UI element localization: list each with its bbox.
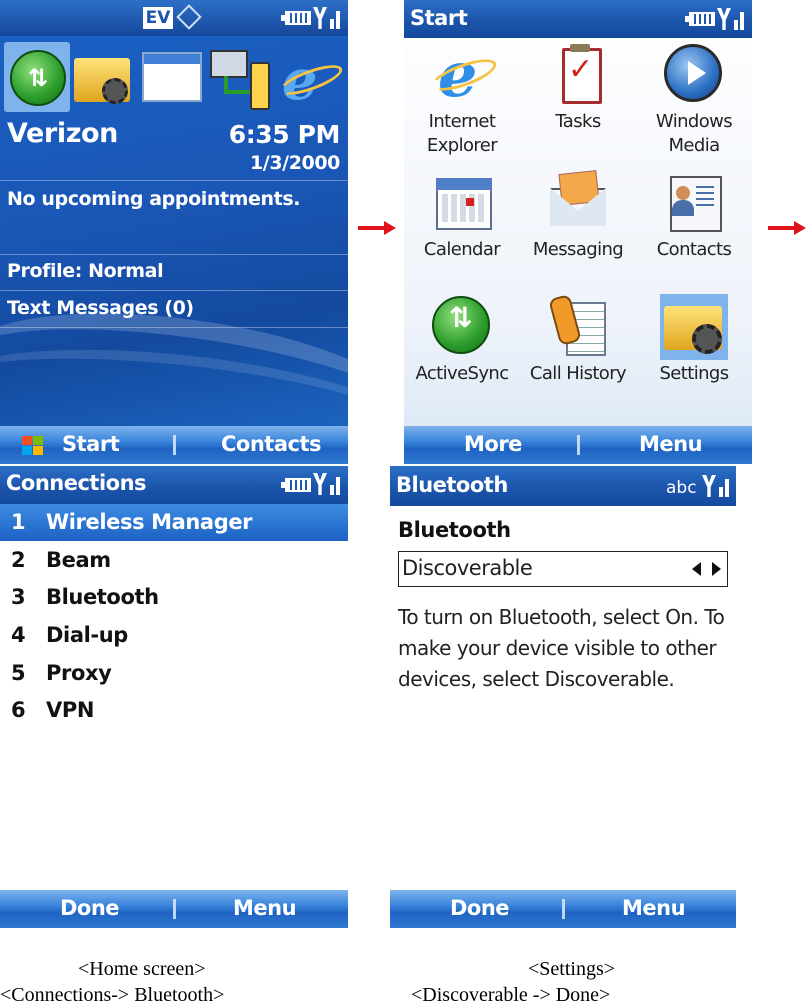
battery-icon	[685, 12, 715, 26]
battery-icon	[281, 11, 311, 25]
start-item-windows-media[interactable]: Windows Media	[636, 44, 752, 158]
windows-media-icon	[662, 44, 726, 108]
caption-settings: <Settings>	[528, 958, 616, 980]
clock-date: 1/3/2000	[249, 152, 340, 174]
list-item-wireless-manager[interactable]: 1 Wireless Manager	[0, 504, 348, 541]
bluetooth-title: Bluetooth	[396, 473, 508, 497]
start-title-bar: Start	[404, 0, 752, 38]
bluetooth-heading: Bluetooth	[398, 518, 511, 542]
settings-folder-icon[interactable]	[74, 50, 136, 108]
bluetooth-soft-key-bar: Done Menu	[390, 890, 736, 928]
caption-home-screen: <Home screen>	[78, 958, 206, 980]
more-soft-key[interactable]: More	[464, 432, 522, 456]
start-item-internet-explorer[interactable]: e Internet Explorer	[404, 44, 520, 158]
start-item-settings[interactable]: Settings	[636, 294, 752, 386]
carrier-name: Verizon	[7, 118, 118, 149]
contacts-soft-key[interactable]: Contacts	[221, 432, 322, 456]
roaming-diamond-icon	[176, 4, 202, 30]
list-item-proxy[interactable]: 5 Proxy	[0, 655, 348, 692]
caption-connections-bluetooth: <Connections-> Bluetooth>	[0, 984, 225, 1006]
list-item-beam[interactable]: 2 Beam	[0, 542, 348, 579]
start-item-call-history[interactable]: Call History	[520, 293, 636, 386]
home-soft-key-bar: Start Contacts	[0, 426, 348, 464]
caption-discoverable-done: <Discoverable -> Done>	[411, 984, 611, 1006]
clock-time: 6:35 PM	[228, 120, 341, 149]
home-icon-strip: ⇅ e	[0, 40, 348, 114]
bluetooth-help-text: To turn on Bluetooth, select On. To make…	[398, 605, 725, 691]
arrow-right-icon[interactable]	[712, 562, 721, 576]
tasks-icon: ✓	[546, 44, 610, 108]
menu-soft-key[interactable]: Menu	[639, 432, 703, 456]
calendar-icon	[430, 172, 494, 236]
list-item-vpn[interactable]: 6 VPN	[0, 692, 348, 729]
selected-value: Discoverable	[402, 556, 533, 580]
start-item-activesync[interactable]: ⇅ ActiveSync	[404, 296, 520, 386]
activesync-icon[interactable]: ⇅	[4, 42, 70, 112]
signal-icon	[717, 8, 747, 30]
windows-flag-icon	[22, 436, 44, 456]
list-item-bluetooth[interactable]: 3 Bluetooth	[0, 579, 348, 616]
start-title: Start	[410, 6, 468, 30]
connections-device-icon[interactable]	[208, 48, 272, 110]
home-status-bar: EV	[0, 0, 348, 36]
signal-icon	[313, 7, 343, 29]
start-item-messaging[interactable]: Messaging	[520, 170, 636, 262]
start-item-calendar[interactable]: Calendar	[404, 172, 520, 262]
arrow-right-icon	[768, 221, 806, 235]
connections-title: Connections	[6, 471, 147, 495]
activesync-icon: ⇅	[430, 296, 494, 360]
done-soft-key[interactable]: Done	[60, 896, 120, 920]
arrow-left-icon[interactable]	[692, 562, 701, 576]
list-item-dial-up[interactable]: 4 Dial-up	[0, 617, 348, 654]
start-soft-key-bar: More Menu	[404, 426, 752, 464]
settings-icon	[660, 294, 728, 360]
menu-soft-key[interactable]: Menu	[622, 896, 686, 920]
done-soft-key[interactable]: Done	[450, 896, 510, 920]
connections-soft-key-bar: Done Menu	[0, 890, 348, 928]
battery-icon	[281, 478, 311, 492]
signal-icon	[702, 475, 732, 497]
messaging-icon	[546, 170, 610, 236]
connections-screen: Connections 1 Wireless Manager 2 Beam 3 …	[0, 466, 348, 928]
window-app-icon[interactable]	[142, 52, 202, 102]
home-screen: EV ⇅ e Verizon 6:35 PM 1/3/2000 No upcom…	[0, 0, 348, 464]
contacts-icon	[662, 172, 726, 236]
bluetooth-title-bar: Bluetooth abc	[390, 466, 736, 506]
connections-title-bar: Connections	[0, 466, 348, 504]
input-mode-indicator: abc	[666, 478, 697, 498]
profile-item[interactable]: Profile: Normal	[7, 260, 164, 282]
start-soft-key[interactable]: Start	[62, 432, 120, 456]
bluetooth-screen: Bluetooth abc Bluetooth Discoverable To …	[390, 466, 736, 928]
text-messages-item[interactable]: Text Messages (0)	[7, 297, 194, 319]
menu-soft-key[interactable]: Menu	[233, 896, 297, 920]
ev-indicator: EV	[143, 7, 173, 29]
arrow-right-icon	[358, 221, 396, 235]
start-item-contacts[interactable]: Contacts	[636, 172, 752, 262]
appointments-item[interactable]: No upcoming appointments.	[7, 188, 300, 210]
call-history-icon	[546, 293, 610, 360]
start-menu-screen: Start e Internet Explorer ✓ Tasks Window…	[404, 0, 752, 464]
start-item-tasks[interactable]: ✓ Tasks	[520, 44, 636, 134]
bluetooth-mode-selector[interactable]: Discoverable	[398, 551, 728, 587]
internet-explorer-icon[interactable]: e	[276, 48, 346, 108]
internet-explorer-icon: e	[428, 44, 500, 108]
signal-icon	[313, 473, 343, 495]
